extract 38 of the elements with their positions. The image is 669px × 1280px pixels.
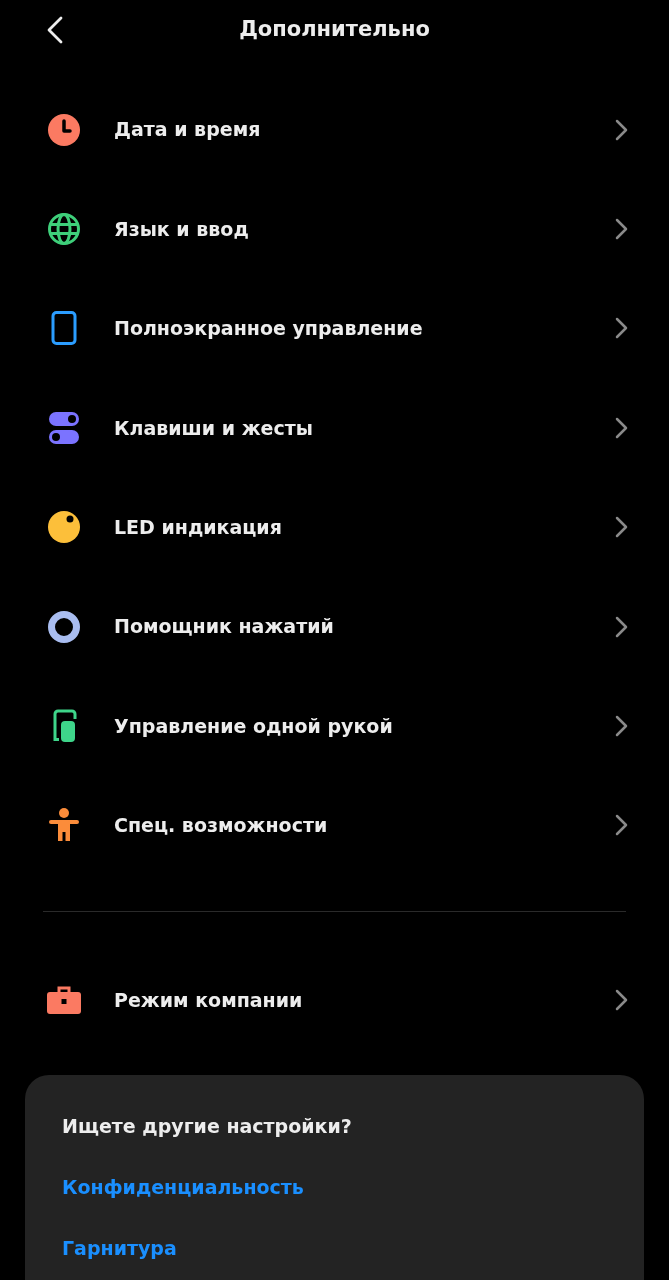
item-label: Режим компании <box>114 987 304 1013</box>
chevron-right-icon <box>614 988 628 1011</box>
settings-item[interactable]: Управление одной рукой <box>0 676 669 776</box>
chevron-right-icon <box>614 516 628 539</box>
item-label: Полноэкранное управление <box>114 316 424 342</box>
item-label: Клавиши и жесты <box>114 415 314 441</box>
target-icon <box>46 608 82 645</box>
page-title: Дополнительно <box>239 16 430 44</box>
settings-item[interactable]: Дата и время <box>0 80 669 180</box>
item-label: LED индикация <box>114 515 283 540</box>
item-label: Дата и время <box>114 117 262 143</box>
item-label: Управление одной рукой <box>114 713 394 739</box>
item-label: Язык и ввод <box>114 216 250 242</box>
settings-item[interactable]: Полноэкранное управление <box>0 278 669 379</box>
settings-item[interactable]: Спец. возможности <box>0 775 669 876</box>
toggle-switches-icon <box>46 409 82 446</box>
item-label: Спец. возможности <box>114 813 329 839</box>
settings-link[interactable]: Гарнитура <box>62 1234 177 1261</box>
clock-icon <box>46 111 82 148</box>
chevron-right-icon <box>614 118 628 141</box>
chevron-right-icon <box>614 715 628 738</box>
settings-item[interactable]: LED индикация <box>0 477 669 577</box>
chevron-right-icon <box>614 615 628 638</box>
back-icon <box>47 16 63 44</box>
person-icon <box>46 807 82 844</box>
settings-item[interactable]: Язык и ввод <box>0 179 669 279</box>
chevron-right-icon <box>614 814 628 837</box>
card-title: Ищете другие настройки? <box>62 1113 353 1139</box>
chevron-right-icon <box>614 317 628 340</box>
globe-icon <box>46 211 82 248</box>
item-label: Помощник нажатий <box>114 614 335 640</box>
light-dot-icon <box>46 509 82 546</box>
settings-item[interactable]: Режим компании <box>0 950 669 1050</box>
chevron-right-icon <box>614 218 628 241</box>
settings-link[interactable]: Конфиденциальность <box>62 1173 304 1200</box>
chevron-right-icon <box>614 416 628 439</box>
settings-item[interactable]: Клавиши и жесты <box>0 378 669 478</box>
settings-item[interactable]: Помощник нажатий <box>0 576 669 677</box>
